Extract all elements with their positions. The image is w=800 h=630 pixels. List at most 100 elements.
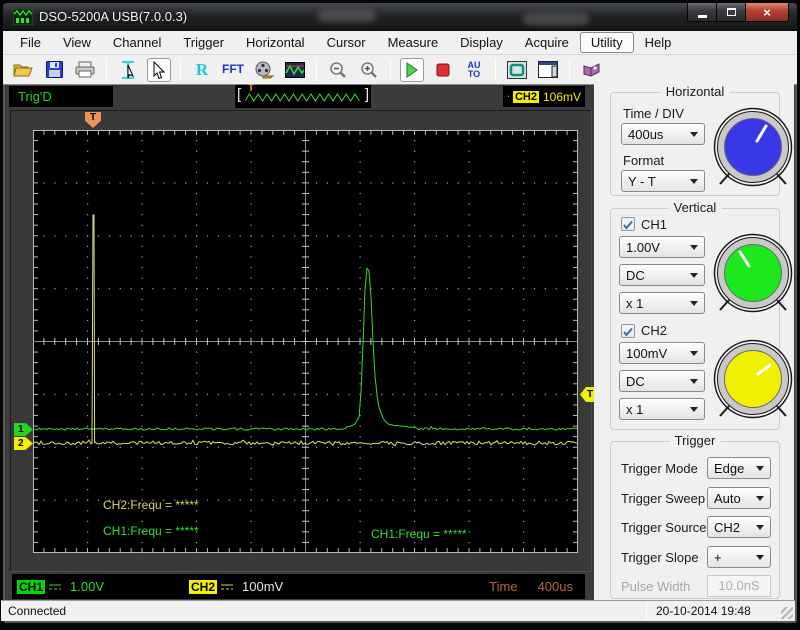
full-screen-icon — [507, 61, 527, 79]
measurement-readout: CH2:Frequ = ***** — [103, 498, 199, 512]
trigger-sweep-select[interactable]: Auto — [707, 487, 771, 509]
checkmark-icon — [622, 219, 634, 231]
vertical-group: Vertical CH1 1.00V DC x 1 CH2 100mV — [610, 208, 780, 430]
time-div-label: Time / DIV — [623, 106, 684, 121]
trigger-mode-label: Trigger Mode — [621, 461, 698, 476]
menu-measure[interactable]: Measure — [377, 32, 450, 53]
ch1-coupling-select[interactable]: DC — [619, 264, 705, 286]
background-blur — [523, 13, 589, 25]
time-value: 400us — [538, 579, 573, 594]
help-button[interactable] — [579, 58, 603, 82]
close-button[interactable]: × — [745, 3, 789, 22]
trigger-slope-select[interactable]: + — [707, 546, 771, 568]
close-icon: × — [763, 5, 771, 20]
menu-utility[interactable]: Utility — [580, 32, 634, 53]
maximize-button[interactable] — [717, 3, 745, 22]
ch2-scale-select[interactable]: 100mV — [619, 342, 705, 364]
chevron-down-icon — [690, 273, 698, 278]
open-folder-icon — [13, 62, 33, 78]
chevron-down-icon — [690, 245, 698, 250]
ch2-coupling-select[interactable]: DC — [619, 370, 705, 392]
lightning-icon — [507, 89, 509, 104]
trigger-source-label: Trigger Source — [621, 520, 707, 535]
print-button[interactable] — [73, 58, 97, 82]
ch2-probe-select[interactable]: x 1 — [619, 398, 705, 420]
measurement-readout: CH1:Frequ = ***** — [103, 524, 199, 538]
toolbar-separator — [569, 59, 570, 81]
waveform-display-button[interactable] — [283, 58, 307, 82]
pulse-width-input[interactable]: 10.0nS — [707, 575, 771, 597]
vertical-group-title: Vertical — [669, 200, 722, 215]
channel-readout-bar: CH1 1.00V CH2 100mV Time 400us — [12, 574, 585, 599]
trigger-source-select[interactable]: CH2 — [707, 516, 771, 538]
ch2-enable-checkbox[interactable] — [621, 324, 635, 338]
menu-bar: File View Channel Trigger Horizontal Cur… — [3, 31, 797, 55]
menu-view[interactable]: View — [52, 32, 102, 53]
zoom-in-button[interactable] — [357, 58, 381, 82]
chevron-down-icon — [690, 301, 698, 306]
stop-button[interactable] — [431, 58, 455, 82]
ch1-probe-select[interactable]: x 1 — [619, 292, 705, 314]
scope-display[interactable]: CH2:Frequ = ***** CH1:Frequ = ***** CH1:Fr… — [33, 130, 578, 553]
trigger-group-title: Trigger — [670, 433, 721, 448]
menu-help[interactable]: Help — [634, 32, 683, 53]
toolbar-separator — [180, 59, 181, 81]
ch2-position-knob[interactable] — [711, 337, 795, 421]
menu-cursor[interactable]: Cursor — [316, 32, 377, 53]
cursor-measure-button[interactable] — [116, 58, 140, 82]
record-button[interactable] — [252, 58, 276, 82]
ch1-enable-checkbox[interactable] — [621, 217, 635, 231]
ch1-scale-select[interactable]: 1.00V — [619, 236, 705, 258]
chevron-down-icon — [756, 555, 764, 560]
full-screen-button[interactable] — [505, 58, 529, 82]
horizontal-group: Horizontal Time / DIV 400us Format Y - T — [610, 92, 780, 196]
minimize-icon — [698, 15, 707, 18]
ch2-scale-readout: 100mV — [242, 579, 283, 594]
zoom-in-icon — [360, 61, 378, 79]
save-button[interactable] — [42, 58, 66, 82]
window-title: DSO-5200A USB(7.0.0.3) — [39, 9, 187, 24]
desktop-edge — [0, 625, 800, 630]
cursor-measure-icon — [118, 60, 138, 80]
measurement-readout: CH1:Frequ = ***** — [371, 527, 467, 541]
toolbar-separator — [316, 59, 317, 81]
toolbar-separator — [390, 59, 391, 81]
window-layout-button[interactable] — [536, 58, 560, 82]
minimize-button[interactable] — [687, 3, 717, 22]
start-button[interactable] — [400, 58, 424, 82]
horizontal-knob[interactable] — [711, 105, 795, 189]
trigger-level-value: 106mV — [543, 90, 581, 104]
format-select[interactable]: Y - T — [621, 170, 705, 192]
toolbar-separator — [106, 59, 107, 81]
trigger-mode-select[interactable]: Edge — [707, 457, 771, 479]
zoom-out-button[interactable] — [326, 58, 350, 82]
waveform-traces — [33, 130, 578, 553]
printer-icon — [75, 61, 95, 78]
open-file-button[interactable] — [11, 58, 35, 82]
menu-channel[interactable]: Channel — [102, 32, 172, 53]
autoset-button[interactable]: AUTO — [462, 58, 486, 82]
ch2-badge: CH2 — [189, 580, 217, 594]
fft-button[interactable]: FFT — [221, 58, 245, 82]
trigger-channel-badge: CH2 — [513, 91, 539, 103]
menu-display[interactable]: Display — [449, 32, 514, 53]
chevron-down-icon — [690, 179, 698, 184]
menu-file[interactable]: File — [9, 32, 52, 53]
ch1-badge: CH1 — [17, 580, 45, 594]
menu-trigger[interactable]: Trigger — [172, 32, 235, 53]
time-div-select[interactable]: 400us — [621, 123, 705, 145]
waveform-preview-strip[interactable]: [ ] T — [235, 85, 371, 108]
maximize-icon — [727, 8, 736, 16]
reference-button[interactable]: R — [190, 58, 214, 82]
pointer-tool-button[interactable] — [147, 58, 171, 82]
reference-icon: R — [196, 60, 208, 80]
preview-left-bracket: [ — [237, 86, 241, 103]
timebase-readout: Time 400us — [489, 579, 573, 594]
checkmark-icon — [622, 326, 634, 338]
menu-acquire[interactable]: Acquire — [514, 32, 580, 53]
ch1-position-knob[interactable] — [711, 231, 795, 315]
menu-horizontal[interactable]: Horizontal — [235, 32, 316, 53]
title-bar[interactable]: DSO-5200A USB(7.0.0.3) × — [3, 3, 797, 31]
film-reel-icon — [254, 61, 274, 79]
trigger-sweep-label: Trigger Sweep — [621, 491, 705, 506]
